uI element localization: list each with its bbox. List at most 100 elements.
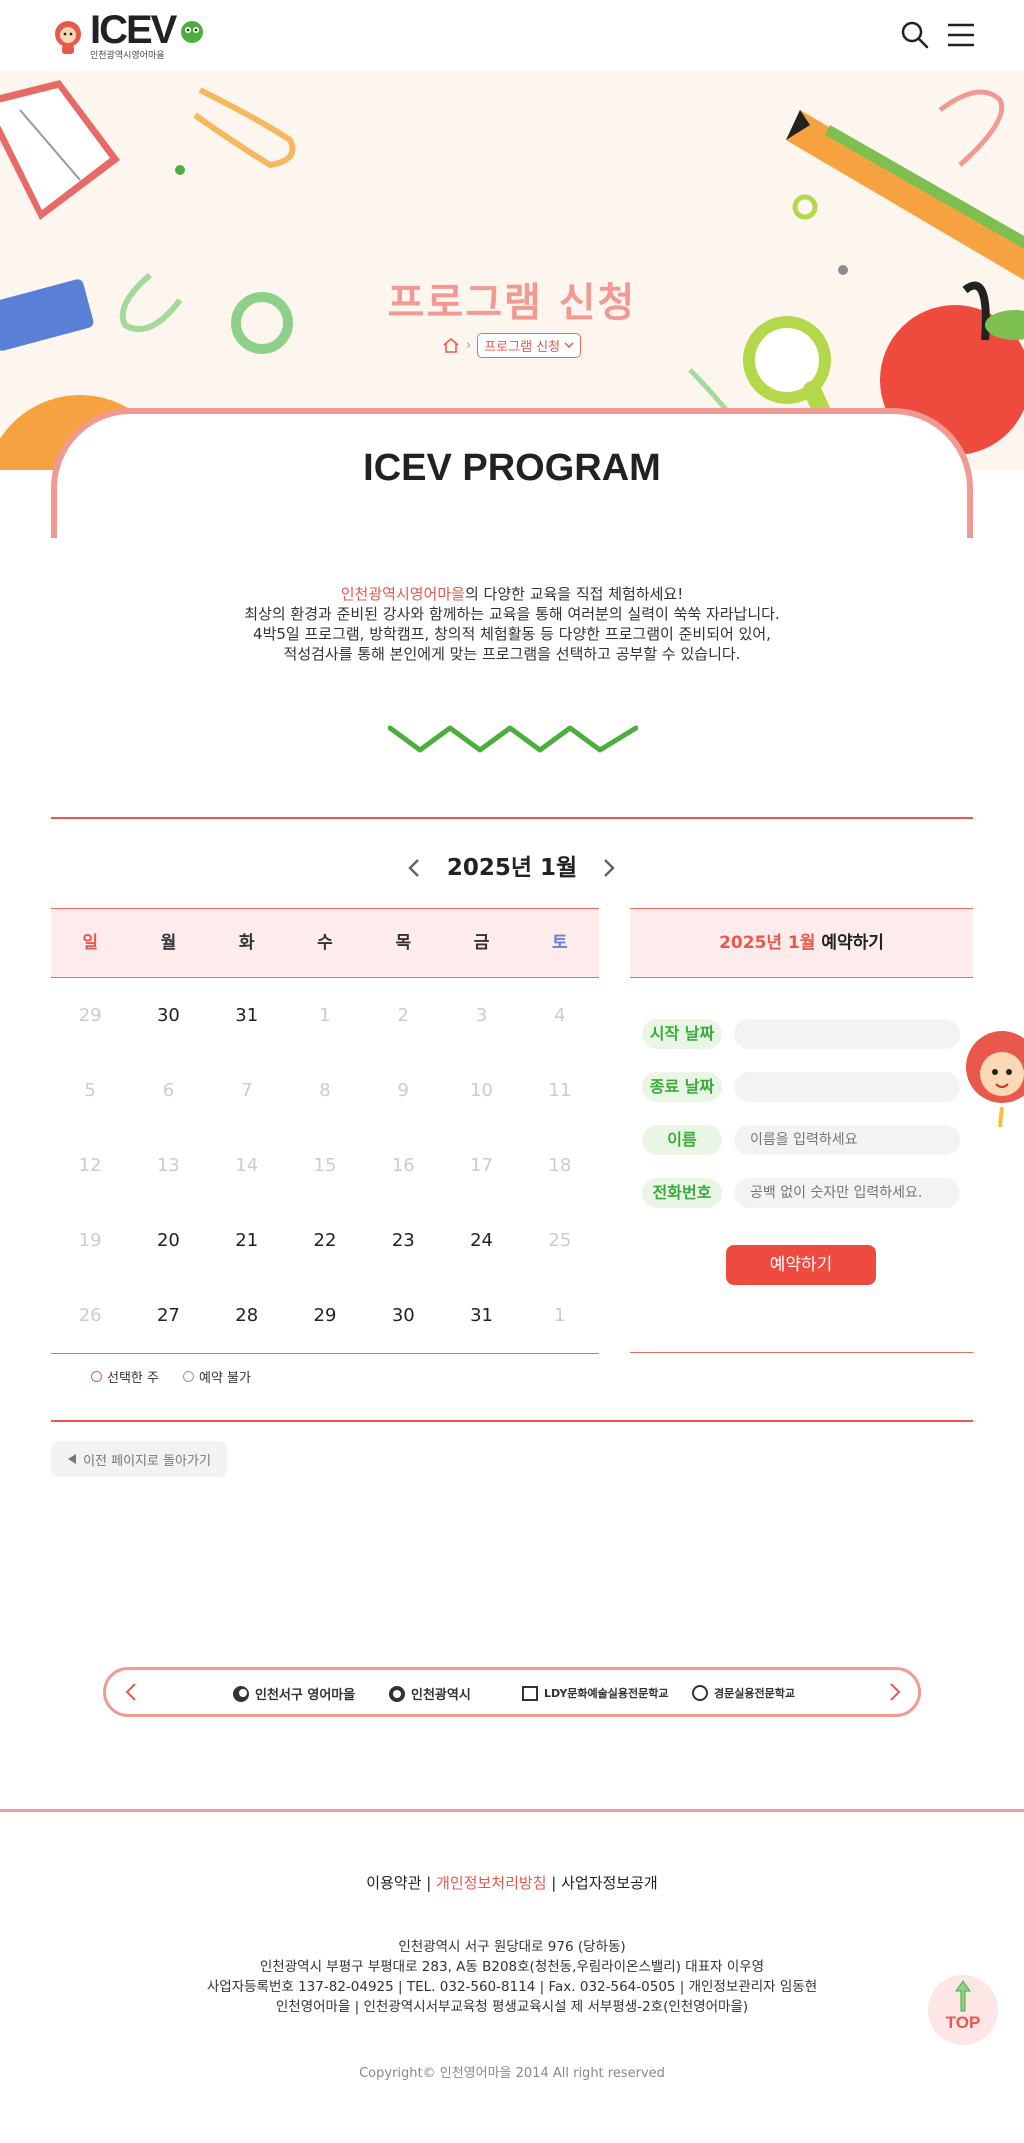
footer-separator: | xyxy=(546,1874,562,1892)
calendar-day: 3 xyxy=(475,1005,488,1026)
footer-facility: 인천영어마을 | 인천광역시서부교육청 평생교육시설 제 서부평생-2호(인천영… xyxy=(275,1999,749,2015)
calendar-day[interactable]: 31 xyxy=(442,1278,520,1353)
partner-carousel: 인천서구 영어마을 인천광역시 LDY문화예술실용전문학교 경문실용전문학교 xyxy=(103,1667,921,1717)
calendar-day: 11 xyxy=(548,1080,572,1101)
breadcrumb-current: 프로그램 신청 xyxy=(484,339,561,355)
start-date-row: 시작 날짜 xyxy=(642,1019,960,1049)
phone-row: 전화번호 xyxy=(642,1178,960,1208)
phone-field[interactable] xyxy=(734,1178,960,1208)
calendar-week-row: 29 30 31 1 2 3 4 xyxy=(51,978,599,1053)
calendar-day: 12 xyxy=(78,1155,102,1176)
calendar-day[interactable]: 24 xyxy=(442,1203,520,1278)
reserve-submit-button[interactable]: 예약하기 xyxy=(726,1245,876,1285)
calendar-day[interactable]: 30 xyxy=(364,1278,442,1353)
partner-logo-ldy[interactable]: LDY문화예술실용전문학교 xyxy=(521,1684,669,1702)
name-label: 이름 xyxy=(642,1125,722,1155)
weekday-header: 목 xyxy=(395,933,412,953)
top-label: TOP xyxy=(945,2013,981,2032)
legend-selected: 선택한 주 xyxy=(91,1367,159,1386)
end-date-field[interactable] xyxy=(734,1072,960,1102)
calendar-day: 25 xyxy=(548,1230,572,1251)
paperclip-icon xyxy=(193,87,296,169)
prev-month-button[interactable] xyxy=(405,858,423,878)
partner-logo-kyungmoon[interactable]: 경문실용전문학교 xyxy=(691,1684,795,1702)
calendar-day: 26 xyxy=(78,1305,102,1326)
partner-name: LDY문화예술실용전문학교 xyxy=(544,1687,669,1700)
calendar-week-row: 26 27 28 29 30 31 1 xyxy=(51,1278,599,1353)
search-icon xyxy=(901,21,929,49)
calendar-week-row: 5 6 7 8 9 10 11 xyxy=(51,1053,599,1128)
calendar-day[interactable]: 31 xyxy=(208,978,286,1053)
weekday-header: 금 xyxy=(473,933,490,953)
intro-line-1: 의 다양한 교육을 직접 체험하세요! xyxy=(464,585,684,603)
calendar-day: 16 xyxy=(391,1155,415,1176)
calendar-day[interactable]: 28 xyxy=(208,1278,286,1353)
name-field[interactable] xyxy=(734,1125,960,1155)
home-icon[interactable] xyxy=(442,337,460,353)
legend-unavailable-label: 예약 불가 xyxy=(198,1371,251,1386)
calendar-day: 13 xyxy=(156,1155,180,1176)
business-info-link[interactable]: 사업자정보공개 xyxy=(561,1874,658,1892)
calendar-day[interactable]: 30 xyxy=(129,978,207,1053)
intro-line-3: 4박5일 프로그램, 방학캠프, 창의적 체험활동 등 다양한 프로그램이 준비… xyxy=(253,625,771,643)
triangle-left-icon xyxy=(68,1454,77,1464)
page-title: 프로그램 신청 xyxy=(387,280,637,326)
carousel-prev-button[interactable] xyxy=(124,1682,138,1702)
partner-name: 경문실용전문학교 xyxy=(714,1687,795,1700)
legend-unavailable-icon xyxy=(182,1371,194,1382)
calendar-day[interactable]: 29 xyxy=(286,1278,364,1353)
weekday-header: 수 xyxy=(317,933,333,953)
terms-link[interactable]: 이용약관 xyxy=(366,1874,421,1892)
partner-logo-incheon[interactable]: 인천광역시 xyxy=(388,1684,471,1703)
calendar-day[interactable]: 22 xyxy=(286,1203,364,1278)
weekday-header: 일 xyxy=(82,933,98,953)
calendar-day[interactable]: 27 xyxy=(129,1278,207,1353)
reservation-panel: 2025년 1월 예약하기 시작 날짜 종료 날짜 이름 전화번호 예약하기 xyxy=(630,908,973,1353)
calendar-day: 7 xyxy=(240,1080,253,1101)
phone-label: 전화번호 xyxy=(642,1178,722,1208)
footer-links: 이용약관 | 개인정보처리방침 | 사업자정보공개 xyxy=(0,1872,1024,1893)
back-button-label: 이전 페이지로 돌아가기 xyxy=(83,1453,211,1469)
scroll-top-button[interactable]: TOP xyxy=(928,1975,998,2045)
site-logo[interactable]: ICEV 인천광역시영어마을 xyxy=(52,8,212,62)
calendar-day: 8 xyxy=(319,1080,331,1101)
logo-wordmark: ICEV xyxy=(90,8,177,52)
reservation-heading: 2025년 1월 예약하기 xyxy=(630,908,973,978)
site-header: ICEV 인천광역시영어마을 xyxy=(0,0,1024,70)
program-intro: 인천광역시영어마을의 다양한 교육을 직접 체험하세요! 최상의 환경과 준비된… xyxy=(0,584,1024,664)
end-date-row: 종료 날짜 xyxy=(642,1072,960,1102)
carousel-next-button[interactable] xyxy=(888,1682,902,1702)
end-date-label: 종료 날짜 xyxy=(642,1072,722,1102)
next-month-button[interactable] xyxy=(600,858,618,878)
menu-button[interactable] xyxy=(946,20,976,50)
weekday-header: 월 xyxy=(160,933,177,953)
privacy-link[interactable]: 개인정보처리방침 xyxy=(436,1874,546,1892)
breadcrumb-select[interactable]: 프로그램 신청 xyxy=(477,332,582,358)
calendar-day: 1 xyxy=(319,1005,331,1026)
logo-subtitle: 인천광역시영어마을 xyxy=(90,51,165,61)
calendar-day: 5 xyxy=(84,1080,96,1101)
search-button[interactable] xyxy=(900,20,930,50)
calendar-day[interactable]: 23 xyxy=(364,1203,442,1278)
legend-unavailable: 예약 불가 xyxy=(182,1367,251,1386)
partner-logo-seogu[interactable]: 인천서구 영어마을 xyxy=(232,1684,355,1703)
zigzag-divider xyxy=(388,725,638,753)
program-title: ICEV PROGRAM xyxy=(363,447,661,489)
legend-selected-icon xyxy=(91,1371,102,1382)
intro-highlight: 인천광역시영어마을 xyxy=(340,585,465,603)
back-button[interactable]: 이전 페이지로 돌아가기 xyxy=(51,1441,227,1477)
calendar-day: 17 xyxy=(470,1155,493,1176)
seogu-emblem-icon xyxy=(233,1685,249,1702)
weekday-header: 토 xyxy=(552,933,568,953)
ldy-emblem-icon xyxy=(522,1686,538,1701)
name-row: 이름 xyxy=(642,1125,960,1155)
footer-registration: 사업자등록번호 137-82-04925 | TEL. 032-560-8114… xyxy=(206,1979,818,1995)
start-date-field[interactable] xyxy=(734,1019,960,1049)
calendar-legend: 선택한 주 예약 불가 xyxy=(91,1367,251,1386)
footer-separator: | xyxy=(421,1874,437,1892)
calendar-week-row: 19 20 21 22 23 24 25 xyxy=(51,1203,599,1278)
chevron-down-icon xyxy=(564,342,574,349)
calendar-weekday-header: 일월화수목금토 xyxy=(51,908,599,978)
calendar-day[interactable]: 20 xyxy=(129,1203,207,1278)
calendar-day[interactable]: 21 xyxy=(208,1203,286,1278)
